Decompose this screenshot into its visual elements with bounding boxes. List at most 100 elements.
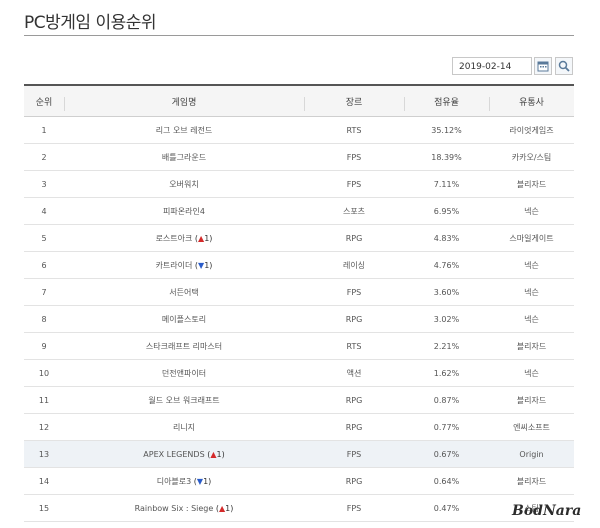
table-row[interactable]: 11 월드 오브 워크래프트 RPG 0.87% 블리자드 (24, 387, 574, 414)
game-name: Rainbow Six : Siege (134, 503, 214, 513)
table-header: 순위 게임명 장르 점유율 유통사 (24, 84, 574, 117)
publisher-cell: 넥슨 (524, 206, 539, 216)
genre-cell: FPS (346, 179, 362, 189)
rank-cell: 6 (41, 260, 47, 270)
game-name: APEX LEGENDS (143, 449, 205, 459)
share-cell: 0.67% (433, 449, 460, 459)
share-cell: 35.12% (431, 125, 462, 135)
share-cell: 1.62% (433, 368, 460, 378)
game-name-cell: 오버워치 (64, 179, 304, 190)
table-row[interactable]: 10 던전앤파이터 액션 1.62% 넥슨 (24, 360, 574, 387)
game-name: 월드 오브 워크래프트 (148, 395, 220, 405)
genre-cell: 액션 (346, 368, 362, 378)
publisher-cell: 엔씨소프트 (513, 422, 550, 432)
table-row[interactable]: 6 카트라이더 (▼1) 레이싱 4.76% 넥슨 (24, 252, 574, 279)
rank-cell: 14 (38, 476, 50, 486)
game-name: 리니지 (172, 422, 196, 432)
genre-cell: FPS (346, 287, 362, 297)
table-row[interactable]: 8 메이플스토리 RPG 3.02% 넥슨 (24, 306, 574, 333)
game-name-cell: 로스트아크 (▲1) (64, 233, 304, 244)
publisher-cell: 블리자드 (516, 341, 547, 351)
date-input[interactable]: 2019-02-14 (452, 57, 532, 75)
rank-cell: 7 (41, 287, 47, 297)
header-genre: 장르 (304, 95, 404, 111)
header-rank: 순위 (35, 97, 53, 108)
genre-cell: RPG (345, 395, 363, 405)
game-name-cell: 서든어택 (64, 287, 304, 298)
watermark-logo: BodNara (512, 503, 582, 519)
game-name-cell: 피파온라인4 (64, 206, 304, 217)
game-name: 배틀그라운드 (161, 152, 207, 162)
publisher-cell: 넥슨 (524, 287, 539, 297)
publisher-cell: 카카오/스팀 (511, 152, 552, 162)
table-row[interactable]: 2 배틀그라운드 FPS 18.39% 카카오/스팀 (24, 144, 574, 171)
game-name-cell: 월드 오브 워크래프트 (64, 395, 304, 406)
table-row[interactable]: 1 리그 오브 레전드 RTS 35.12% 라이엇게임즈 (24, 117, 574, 144)
table-row[interactable]: 4 피파온라인4 스포츠 6.95% 넥슨 (24, 198, 574, 225)
genre-cell: RTS (346, 341, 362, 351)
rank-cell: 4 (41, 206, 47, 216)
header-share: 점유율 (404, 95, 489, 111)
game-name-cell: 카트라이더 (▼1) (64, 260, 304, 271)
table-row[interactable]: 14 디아블로3 (▼1) RPG 0.64% 블리자드 (24, 468, 574, 495)
genre-cell: FPS (346, 152, 362, 162)
genre-cell: FPS (346, 503, 362, 513)
share-cell: 0.64% (433, 476, 460, 486)
table-row[interactable]: 7 서든어택 FPS 3.60% 넥슨 (24, 279, 574, 306)
publisher-cell: 블리자드 (516, 476, 547, 486)
game-name: 디아블로3 (156, 476, 192, 486)
game-name-cell: 던전앤파이터 (64, 368, 304, 379)
rank-change: (▼1) (192, 260, 213, 270)
game-name: 서든어택 (169, 287, 199, 297)
table-row[interactable]: 15 Rainbow Six : Siege (▲1) FPS 0.47% 스팀 (24, 495, 574, 522)
rank-cell: 11 (38, 395, 50, 405)
table-row[interactable]: 13 APEX LEGENDS (▲1) FPS 0.67% Origin (24, 441, 574, 468)
table-row[interactable]: 5 로스트아크 (▲1) RPG 4.83% 스마일게이트 (24, 225, 574, 252)
rank-cell: 8 (41, 314, 47, 324)
rank-cell: 1 (41, 125, 47, 135)
rank-cell: 13 (38, 449, 50, 459)
rank-cell: 15 (38, 503, 50, 513)
calendar-button[interactable] (534, 57, 552, 75)
table-row[interactable]: 3 오버워치 FPS 7.11% 블리자드 (24, 171, 574, 198)
share-cell: 3.60% (433, 287, 460, 297)
search-icon (558, 60, 570, 72)
calendar-icon (537, 61, 549, 72)
publisher-cell: Origin (519, 449, 544, 459)
game-name-cell: 리니지 (64, 422, 304, 433)
rank-change: (▲1) (213, 503, 234, 513)
game-name: 스타크래프트 리마스터 (145, 341, 223, 351)
share-cell: 3.02% (433, 314, 460, 324)
share-cell: 6.95% (433, 206, 460, 216)
genre-cell: RTS (346, 125, 362, 135)
genre-cell: 스포츠 (342, 206, 366, 216)
game-name-cell: 배틀그라운드 (64, 152, 304, 163)
ranking-table: 순위 게임명 장르 점유율 유통사 1 리그 오브 레전드 RTS 35.12% 라이엇… (24, 84, 574, 522)
title-divider (24, 35, 574, 36)
share-cell: 2.21% (433, 341, 460, 351)
rank-change: (▲1) (192, 233, 213, 243)
publisher-cell: 블리자드 (516, 395, 547, 405)
share-cell: 18.39% (431, 152, 462, 162)
share-cell: 7.11% (433, 179, 460, 189)
publisher-cell: 넥슨 (524, 368, 539, 378)
rank-change: (▼1) (191, 476, 212, 486)
publisher-cell: 넥슨 (524, 260, 539, 270)
table-row[interactable]: 12 리니지 RPG 0.77% 엔씨소프트 (24, 414, 574, 441)
publisher-cell: 스마일게이트 (509, 233, 554, 243)
game-name: 오버워치 (169, 179, 199, 189)
game-name: 리그 오브 레전드 (155, 125, 213, 135)
genre-cell: RPG (345, 476, 363, 486)
publisher-cell: 라이엇게임즈 (509, 125, 554, 135)
genre-cell: RPG (345, 314, 363, 324)
rank-cell: 5 (41, 233, 47, 243)
rank-cell: 3 (41, 179, 47, 189)
rank-change: (▲1) (204, 449, 225, 459)
search-button[interactable] (555, 57, 573, 75)
table-body: 1 리그 오브 레전드 RTS 35.12% 라이엇게임즈 2 배틀그라운드 FPS 18.39… (24, 117, 574, 522)
share-cell: 4.83% (433, 233, 460, 243)
table-row[interactable]: 9 스타크래프트 리마스터 RTS 2.21% 블리자드 (24, 333, 574, 360)
share-cell: 0.47% (433, 503, 460, 513)
share-cell: 0.87% (433, 395, 460, 405)
share-cell: 0.77% (433, 422, 460, 432)
